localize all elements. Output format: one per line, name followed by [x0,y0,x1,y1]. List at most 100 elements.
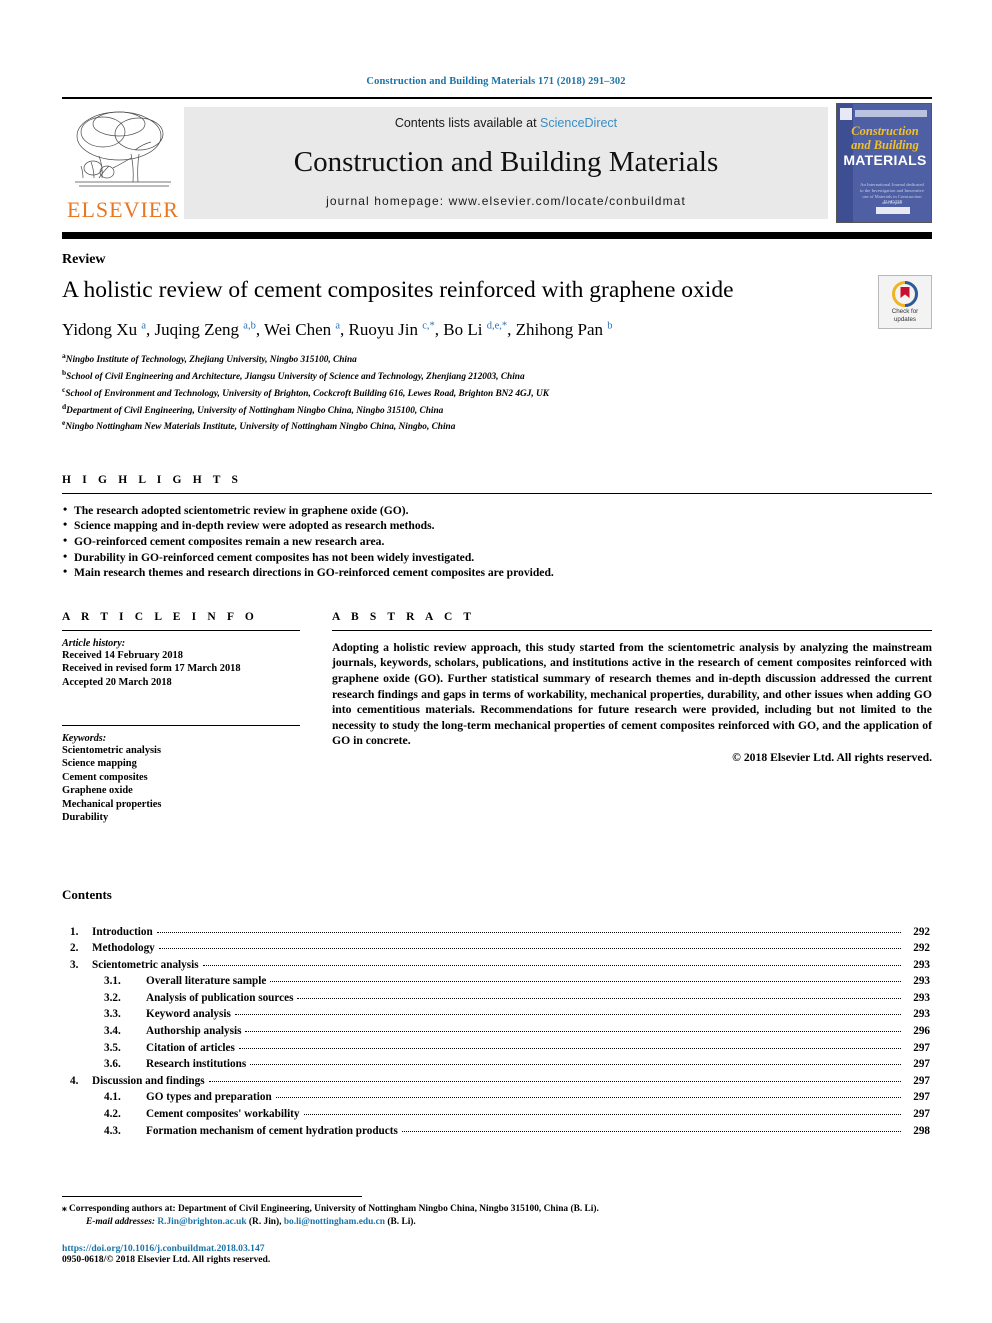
sciencedirect-link[interactable]: ScienceDirect [540,116,617,130]
contents-section: Contents 1. Introduction 292 2. Methodol… [62,887,930,1140]
article-info-section: A R T I C L E I N F O Article history: R… [62,611,300,825]
table-of-contents: 1. Introduction 292 2. Methodology 292 3… [62,924,930,1140]
affiliation-item: aNingbo Institute of Technology, Zhejian… [62,350,932,367]
journal-title: Construction and Building Materials [293,145,719,178]
corresponding-mark: ⁎ [62,1204,67,1214]
cover-title: Construction and Building MATERIALS [843,124,927,169]
running-head: Construction and Building Materials 171 … [366,76,626,87]
toc-page-number: 292 [913,925,930,938]
keywords-group: Keywords: Scientometric analysis Science… [62,733,300,824]
toc-number: 3.1. [104,975,121,988]
corresponding-author-note: ⁎ Corresponding authors at: Department o… [62,1203,932,1216]
keyword-item: Durability [62,812,109,824]
cover-title-line3: MATERIALS [843,152,927,168]
email-link-li[interactable]: bo.li@nottingham.edu.cn [284,1217,385,1227]
masthead-bottom-rule [62,232,932,239]
article-title-block: Review A holistic review of cement compo… [62,252,932,434]
toc-page-number: 297 [913,1108,930,1121]
cover-title-line1: Construction [851,124,919,138]
highlights-section: H I G H L I G H T S The research adopted… [62,474,932,581]
toc-label: Cement composites' workability [146,1108,300,1121]
toc-leader [234,1009,901,1016]
toc-leader [245,1026,901,1033]
crossmark-label-line1: Check for [891,308,919,315]
affiliation-text: Ningbo Nottingham New Materials Institut… [65,422,456,433]
toc-page-number: 298 [913,1124,930,1137]
abstract-section: A B S T R A C T Adopting a holistic revi… [332,611,932,825]
toc-leader [208,1076,901,1082]
cover-title-line2: and Building [851,138,919,152]
affiliation-list: aNingbo Institute of Technology, Zhejian… [62,350,932,433]
toc-entry[interactable]: 4. Discussion and findings 297 [62,1073,930,1090]
toc-leader [158,943,901,950]
toc-number: 4.1. [104,1091,121,1104]
journal-article-page: Construction and Building Materials 171 … [0,0,992,1323]
affiliation-text: Department of Civil Engineering, Univers… [66,405,444,416]
affiliation-text: School of Civil Engineering and Architec… [66,372,525,383]
toc-label: Methodology [92,942,155,955]
crossmark-badge[interactable]: Check for updates [878,275,932,329]
email-owner-jin: (R. Jin), [248,1217,282,1227]
toc-label: Overall literature sample [146,975,267,988]
footer-rule [62,1196,362,1197]
toc-page-number: 292 [913,942,930,955]
affiliation-item: dDepartment of Civil Engineering, Univer… [62,401,932,418]
keyword-item: Graphene oxide [62,785,133,797]
toc-entry[interactable]: 3. Scientometric analysis 293 [62,957,930,974]
email-link-jin[interactable]: R.Jin@brighton.ac.uk [157,1217,246,1227]
toc-entry[interactable]: 4.3. Formation mechanism of cement hydra… [62,1123,930,1140]
abstract-copyright: © 2018 Elsevier Ltd. All rights reserved… [732,751,932,765]
toc-entry[interactable]: 2. Methodology 292 [62,940,930,957]
elsevier-tree-icon [75,111,171,187]
toc-entry[interactable]: 3.4. Authorship analysis 296 [62,1023,930,1040]
keywords-label: Keywords: [62,733,107,745]
page-title: A holistic review of cement composites r… [62,277,734,303]
article-history-item: Received in revised form 17 March 2018 [62,663,241,675]
toc-label: Analysis of publication sources [146,991,294,1004]
cover-footer-badge [876,207,910,214]
highlights-list: The research adopted scientometric revie… [62,502,932,581]
highlight-item: Durability in GO-reinforced cement compo… [62,549,932,566]
toc-entry[interactable]: 3.2. Analysis of publication sources 293 [62,990,930,1007]
page-footer: ⁎ Corresponding authors at: Department o… [62,1196,932,1265]
toc-entry[interactable]: 3.3. Keyword analysis 293 [62,1006,930,1023]
toc-leader [156,927,901,933]
toc-entry[interactable]: 3.1. Overall literature sample 293 [62,973,930,990]
toc-leader [303,1109,901,1116]
toc-number: 4.2. [104,1108,121,1121]
toc-number: 1. [70,925,79,938]
toc-number: 3.4. [104,1025,121,1038]
toc-leader [238,1043,901,1049]
article-history-item: Accepted 20 March 2018 [62,676,172,688]
toc-entry[interactable]: 3.5. Citation of articles 297 [62,1040,930,1057]
highlight-item: GO-reinforced cement composites remain a… [62,533,932,550]
doi-link[interactable]: https://doi.org/10.1016/j.conbuildmat.20… [62,1243,932,1254]
journal-homepage-link[interactable]: journal homepage: www.elsevier.com/locat… [326,194,686,208]
toc-leader [401,1126,901,1132]
toc-number: 3.3. [104,1008,121,1021]
toc-entry[interactable]: 4.2. Cement composites' workability 297 [62,1106,930,1123]
crossmark-icon [892,281,918,307]
journal-cover-thumbnail[interactable]: Construction and Building MATERIALS An I… [836,103,932,223]
affiliation-text: School of Environment and Technology, Un… [65,388,549,399]
cover-footer: ELSEVIER [863,199,923,214]
article-history-label: Article history: [62,637,126,649]
toc-label: Scientometric analysis [92,958,199,971]
toc-number: 3.6. [104,1058,121,1071]
toc-label: Authorship analysis [146,1025,242,1038]
toc-number: 3. [70,958,79,971]
keyword-item: Scientometric analysis [62,745,161,757]
toc-page-number: 297 [913,1091,930,1104]
toc-entry[interactable]: 4.1. GO types and preparation 297 [62,1089,930,1106]
highlight-item: The research adopted scientometric revie… [62,502,932,519]
article-history-group: Article history: Received 14 February 20… [62,638,300,689]
abstract-rule [332,629,932,631]
toc-entry[interactable]: 1. Introduction 292 [62,924,930,941]
info-abstract-block: A R T I C L E I N F O Article history: R… [62,611,932,825]
highlight-item: Main research themes and research direct… [62,564,932,581]
keyword-item: Cement composites [62,771,148,783]
toc-leader [275,1092,901,1099]
toc-entry[interactable]: 3.6. Research institutions 297 [62,1056,930,1073]
toc-number: 3.5. [104,1041,121,1054]
contents-heading: Contents [62,886,112,902]
